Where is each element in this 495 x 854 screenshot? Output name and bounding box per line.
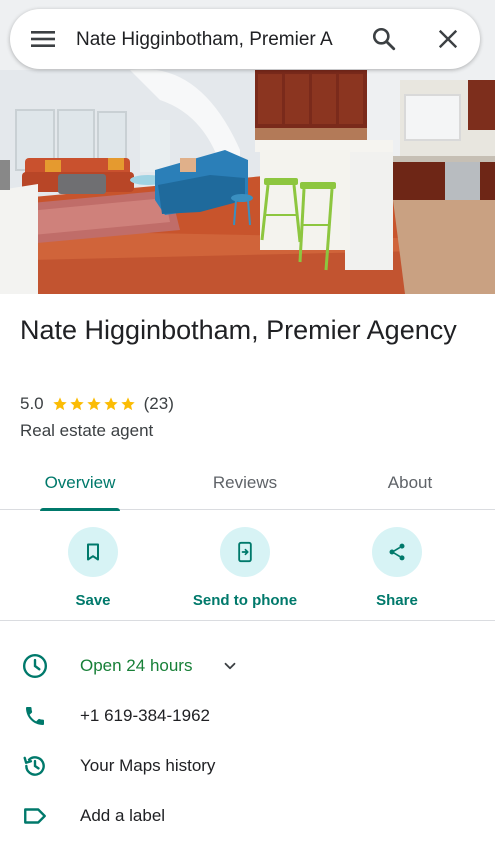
phone-icon [21, 702, 49, 730]
label-icon [21, 802, 49, 830]
tab-overview-label: Overview [44, 473, 116, 492]
close-button[interactable] [416, 9, 480, 69]
save-button-circle[interactable] [68, 527, 118, 577]
send-to-phone-icon [238, 541, 252, 563]
place-title: Nate Higginbotham, Premier Agency [20, 315, 457, 345]
tab-about-label: About [387, 473, 433, 492]
share-button[interactable]: Share [327, 527, 467, 609]
share-label: Share [376, 592, 418, 609]
tab-reviews[interactable]: Reviews [205, 456, 285, 510]
rating-row[interactable]: 5.0 (23) [20, 394, 174, 414]
star-icon [52, 397, 67, 411]
rating-stars [52, 396, 136, 412]
menu-icon [31, 31, 55, 47]
history-icon [21, 752, 49, 780]
tab-about[interactable]: About [375, 456, 445, 510]
search-input[interactable]: Nate Higginbotham, Premier A [76, 28, 352, 51]
send-to-phone-button[interactable]: Send to phone [175, 527, 315, 609]
search-bar: Nate Higginbotham, Premier A [10, 9, 480, 69]
hours-text: Open 24 hours [80, 656, 193, 675]
place-category[interactable]: Real estate agent [20, 421, 153, 441]
share-icon [389, 543, 405, 561]
share-button-circle[interactable] [372, 527, 422, 577]
search-button[interactable] [352, 9, 416, 69]
send-to-phone-circle[interactable] [220, 527, 270, 577]
hours-row[interactable]: Open 24 hours [0, 641, 495, 691]
close-icon [438, 29, 458, 49]
search-icon [372, 27, 396, 51]
maps-history-row[interactable]: Your Maps history [0, 741, 495, 791]
save-button[interactable]: Save [23, 527, 163, 609]
star-icon [103, 397, 118, 411]
save-label: Save [75, 592, 111, 609]
phone-text: +1 619-384-1962 [80, 706, 210, 725]
phone-row[interactable]: +1 619-384-1962 [0, 691, 495, 741]
tab-bar: Overview Reviews About [0, 456, 495, 511]
tab-overview[interactable]: Overview [40, 456, 120, 511]
star-icon [86, 397, 101, 411]
send-to-phone-label: Send to phone [192, 592, 298, 609]
tab-reviews-label: Reviews [212, 473, 278, 492]
add-label-text: Add a label [80, 806, 166, 825]
bookmark-icon [87, 543, 99, 561]
rating-value: 5.0 [20, 394, 44, 413]
add-label-row[interactable]: Add a label [0, 791, 495, 841]
clock-icon [21, 652, 49, 680]
menu-button[interactable] [10, 9, 76, 69]
star-icon [120, 397, 135, 411]
reviews-count[interactable]: (23) [144, 394, 174, 414]
maps-history-text: Your Maps history [80, 756, 216, 775]
chevron-down-icon[interactable] [221, 657, 239, 675]
star-icon [69, 397, 84, 411]
action-buttons: Save Send to phone Share [0, 511, 495, 621]
